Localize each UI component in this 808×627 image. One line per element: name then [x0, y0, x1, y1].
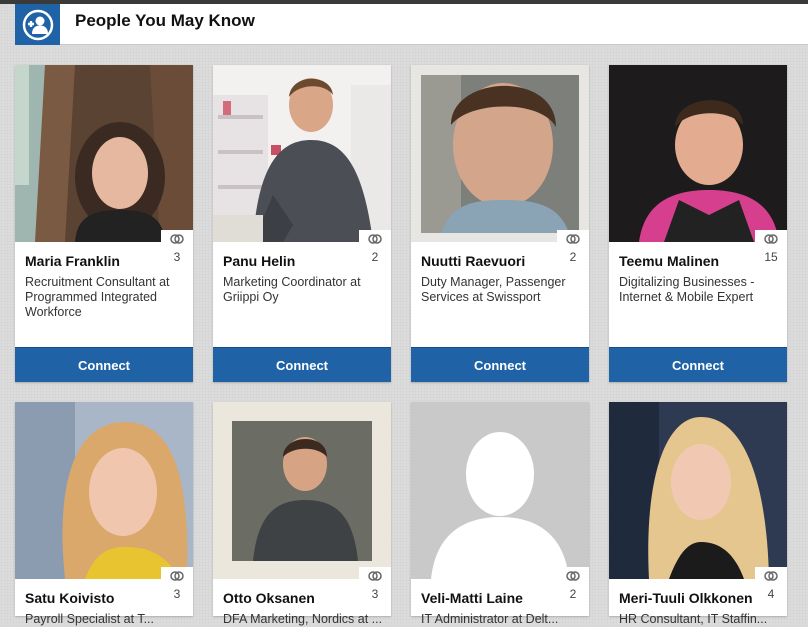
person-card[interactable]: 3 Satu Koivisto Payroll Specialist at T.…	[15, 402, 193, 626]
profile-photo[interactable]	[609, 65, 787, 242]
profile-photo[interactable]	[15, 65, 193, 242]
shared-connections-count: 3	[173, 587, 181, 601]
connect-button[interactable]: Connect	[609, 347, 787, 382]
section-header: People You May Know	[15, 4, 808, 45]
person-name[interactable]: Meri-Tuuli Olkkonen	[619, 590, 753, 606]
default-avatar-icon	[411, 402, 589, 579]
shared-connections-icon	[170, 234, 184, 244]
shared-connections-count: 3	[371, 587, 379, 601]
person-headline: Payroll Specialist at T...	[25, 612, 154, 626]
person-headline: HR Consultant, IT Staffin...	[619, 612, 768, 626]
person-name[interactable]: Otto Oksanen	[223, 590, 315, 606]
shared-connections-count: 3	[173, 250, 181, 264]
shared-connections-icon	[566, 571, 580, 581]
person-name[interactable]: Satu Koivisto	[25, 590, 114, 606]
person-card[interactable]: 3 Otto Oksanen DFA Marketing, Nordics at…	[213, 402, 391, 626]
person-name[interactable]: Maria Franklin	[25, 253, 120, 269]
person-card[interactable]: 2 Veli-Matti Laine IT Administrator at D…	[411, 402, 589, 626]
person-card[interactable]: 2 Panu Helin Marketing Coordinator at Gr…	[213, 65, 391, 382]
profile-photo[interactable]	[213, 402, 391, 579]
shared-connections-badge[interactable]: 3	[359, 567, 391, 603]
person-name[interactable]: Nuutti Raevuori	[421, 253, 525, 269]
shared-connections-count: 2	[569, 587, 577, 601]
shared-connections-badge[interactable]: 2	[557, 230, 589, 266]
shared-connections-icon	[764, 234, 778, 244]
person-card[interactable]: 15 Teemu Malinen Digitalizing Businesses…	[609, 65, 787, 382]
shared-connections-badge[interactable]: 2	[557, 567, 589, 603]
connect-button[interactable]: Connect	[411, 347, 589, 382]
person-card[interactable]: 4 Meri-Tuuli Olkkonen HR Consultant, IT …	[609, 402, 787, 626]
connect-button[interactable]: Connect	[213, 347, 391, 382]
person-name[interactable]: Veli-Matti Laine	[421, 590, 523, 606]
person-headline: Digitalizing Businesses - Internet & Mob…	[619, 275, 755, 304]
profile-photo[interactable]	[609, 402, 787, 579]
shared-connections-badge[interactable]: 3	[161, 230, 193, 266]
profile-photo[interactable]	[411, 402, 589, 579]
add-person-icon	[15, 4, 60, 45]
shared-connections-count: 4	[767, 587, 775, 601]
shared-connections-count: 2	[569, 250, 577, 264]
shared-connections-count: 15	[764, 250, 778, 264]
person-card[interactable]: 3 Maria Franklin Recruitment Consultant …	[15, 65, 193, 382]
person-headline: DFA Marketing, Nordics at ...	[223, 612, 383, 626]
section-title: People You May Know	[75, 11, 255, 30]
shared-connections-icon	[368, 571, 382, 581]
shared-connections-icon	[764, 571, 778, 581]
profile-photo[interactable]	[411, 65, 589, 242]
shared-connections-icon	[566, 234, 580, 244]
person-name[interactable]: Panu Helin	[223, 253, 295, 269]
person-card[interactable]: 2 Nuutti Raevuori Duty Manager, Passenge…	[411, 65, 589, 382]
person-headline: IT Administrator at Delt...	[421, 612, 559, 626]
person-headline: Duty Manager, Passenger Services at Swis…	[421, 275, 566, 304]
person-headline: Recruitment Consultant at Programmed Int…	[25, 275, 170, 319]
person-headline: Marketing Coordinator at Griippi Oy	[223, 275, 361, 304]
shared-connections-icon	[368, 234, 382, 244]
shared-connections-badge[interactable]: 15	[755, 230, 787, 266]
shared-connections-badge[interactable]: 3	[161, 567, 193, 603]
shared-connections-badge[interactable]: 2	[359, 230, 391, 266]
person-name[interactable]: Teemu Malinen	[619, 253, 719, 269]
profile-photo[interactable]	[15, 402, 193, 579]
shared-connections-icon	[170, 571, 184, 581]
shared-connections-count: 2	[371, 250, 379, 264]
profile-photo[interactable]	[213, 65, 391, 242]
connect-button[interactable]: Connect	[15, 347, 193, 382]
shared-connections-badge[interactable]: 4	[755, 567, 787, 603]
